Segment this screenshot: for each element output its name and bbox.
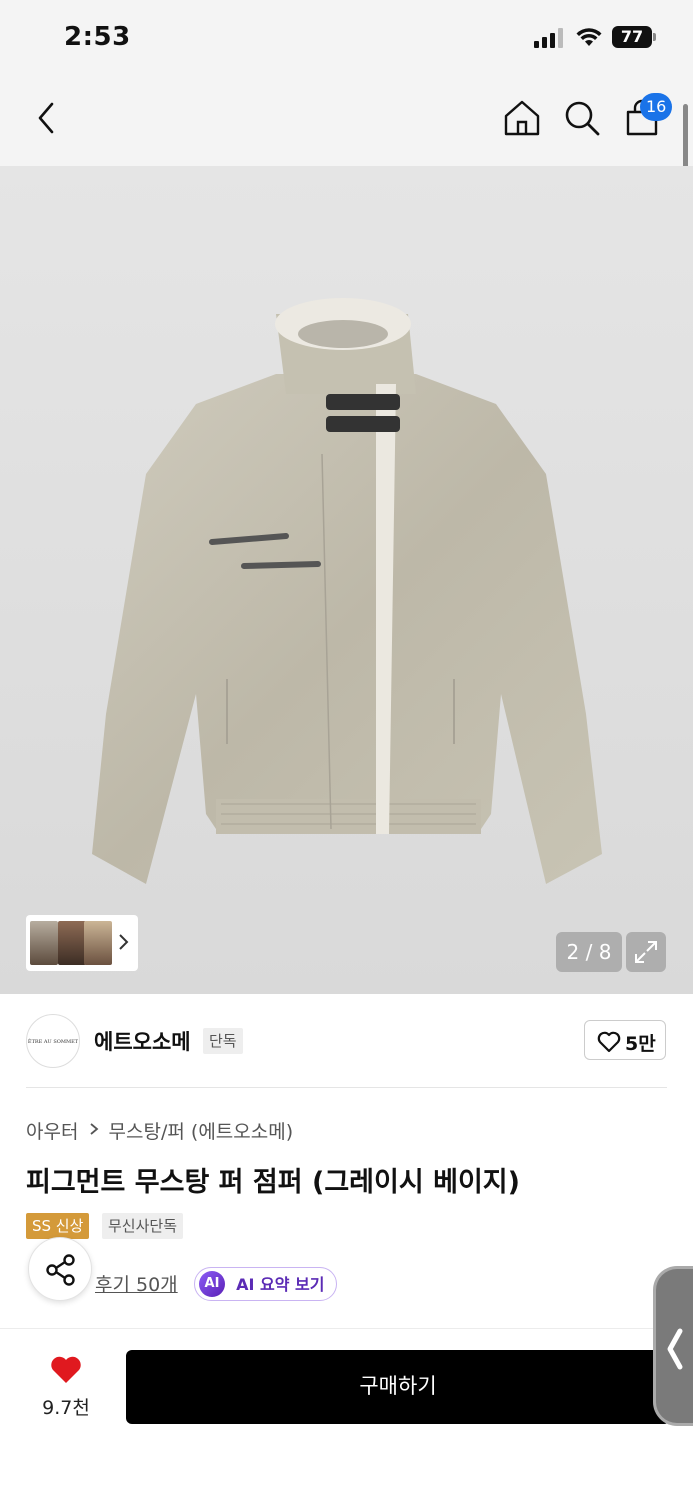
breadcrumb-category[interactable]: 아우터 <box>26 1121 78 1143</box>
top-nav-bar: 16 <box>0 78 693 166</box>
thumbnail-strip[interactable] <box>26 915 138 971</box>
brand-name[interactable]: 에트오소메 <box>94 1026 191 1056</box>
new-season-badge: SS 신상 <box>26 1213 90 1239</box>
heart-filled-icon <box>51 1356 81 1383</box>
home-icon[interactable] <box>502 98 542 138</box>
heart-outline-icon <box>597 1031 621 1053</box>
cart-count-badge: 16 <box>640 93 673 121</box>
thumbnail-image[interactable] <box>58 921 86 965</box>
divider <box>26 1087 667 1088</box>
product-image <box>92 298 602 884</box>
breadcrumb-subcategory[interactable]: 무스탕/퍼 (에트오소메) <box>109 1121 294 1143</box>
share-icon <box>46 1254 75 1286</box>
ai-summary-button[interactable]: AI AI 요약 보기 <box>194 1267 338 1301</box>
brand-like-button[interactable]: 5만 <box>584 1020 666 1060</box>
wifi-icon <box>576 28 602 46</box>
side-panel-handle[interactable] <box>653 1266 693 1426</box>
chevron-right-icon <box>119 934 129 950</box>
ai-icon: AI <box>199 1271 225 1297</box>
buy-button[interactable]: 구매하기 <box>126 1350 670 1424</box>
share-button[interactable] <box>28 1237 92 1301</box>
thumbnail-image[interactable] <box>84 921 112 965</box>
brand-row[interactable]: ÊTRE AU SOMMET 에트오소메 단독 5만 <box>26 1012 667 1070</box>
chevron-right-icon <box>89 1123 98 1135</box>
exclusive-badge: 무신사단독 <box>102 1213 184 1239</box>
review-count-link[interactable]: 후기 50개 <box>95 1270 178 1297</box>
battery-level: 77 <box>612 26 652 48</box>
image-page-counter: 2 / 8 <box>556 932 622 972</box>
product-title: 피그먼트 무스탕 퍼 점퍼 (그레이시 베이지) <box>26 1167 520 1198</box>
expand-icon <box>635 941 657 963</box>
search-icon[interactable] <box>562 98 602 138</box>
brand-logo[interactable]: ÊTRE AU SOMMET <box>26 1014 80 1068</box>
ai-summary-label: AI 요약 보기 <box>236 1274 325 1294</box>
status-bar: 2:53 77 <box>0 0 693 78</box>
product-image-gallery[interactable]: 2 / 8 <box>0 166 693 994</box>
expand-button[interactable] <box>626 932 666 972</box>
brand-like-count: 5만 <box>625 1033 656 1055</box>
clock: 2:53 <box>64 22 131 52</box>
chevron-left-icon <box>667 1328 683 1370</box>
exclusive-tag: 단독 <box>203 1028 243 1054</box>
back-arrow-icon[interactable] <box>30 98 64 138</box>
bottom-action-bar: 9.7천 구매하기 <box>0 1328 693 1500</box>
wishlist-button[interactable]: 9.7천 <box>30 1351 102 1421</box>
thumbnail-image[interactable] <box>30 921 58 965</box>
breadcrumb: 아우터 무스탕/퍼 (에트오소메) <box>26 1117 293 1144</box>
wishlist-count: 9.7천 <box>42 1397 90 1419</box>
cellular-signal-icon <box>534 28 563 48</box>
battery-icon: 77 <box>612 26 656 48</box>
battery-cap <box>653 33 656 41</box>
